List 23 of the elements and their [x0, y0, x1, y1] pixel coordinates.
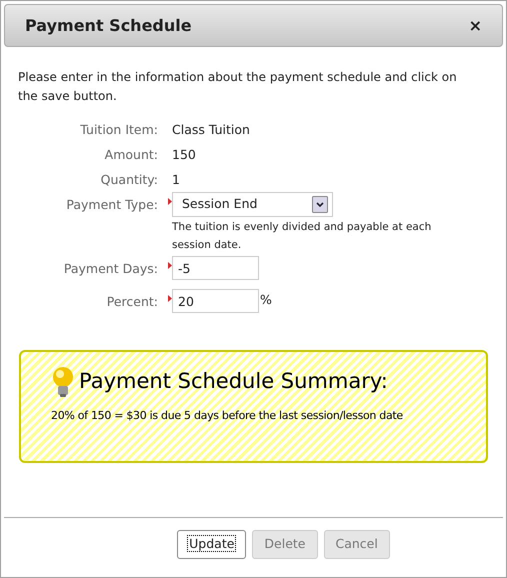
field-label: Quantity: — [100, 171, 158, 189]
field-value: 1 — [172, 171, 180, 189]
window-title: Payment Schedule — [25, 14, 192, 36]
action-button[interactable]: Delete — [252, 530, 318, 559]
field-label: Payment Type: — [65, 196, 158, 214]
field-label: Amount: — [104, 146, 158, 164]
action-button[interactable]: Update — [177, 530, 246, 559]
input-field[interactable]: -5 — [172, 256, 259, 280]
close-button[interactable]: × — [468, 18, 482, 34]
field-label: Tuition Item: — [79, 121, 158, 139]
summary-text: 20% of 150 = $30 is due 5 days before the last session/lesson date — [51, 408, 404, 424]
percent-sign: % — [260, 291, 272, 310]
hint-text: The tuition is evenly divided and payable at each session date. — [172, 220, 432, 253]
action-button[interactable]: Cancel — [324, 530, 390, 559]
payment-type-dropdown[interactable]: Session End — [172, 192, 333, 217]
field-value: Class Tuition — [172, 121, 250, 139]
field-label: Payment Days: — [62, 260, 158, 278]
input-field[interactable]: 20 — [172, 289, 259, 313]
lightbulb-icon — [51, 366, 75, 398]
field-value: 150 — [172, 146, 196, 164]
intro-text: Please enter in the information about the payment schedule and click on the save button. — [18, 69, 458, 105]
field-label: Percent: — [106, 293, 158, 311]
summary-title: Payment Schedule Summary: — [79, 368, 388, 396]
